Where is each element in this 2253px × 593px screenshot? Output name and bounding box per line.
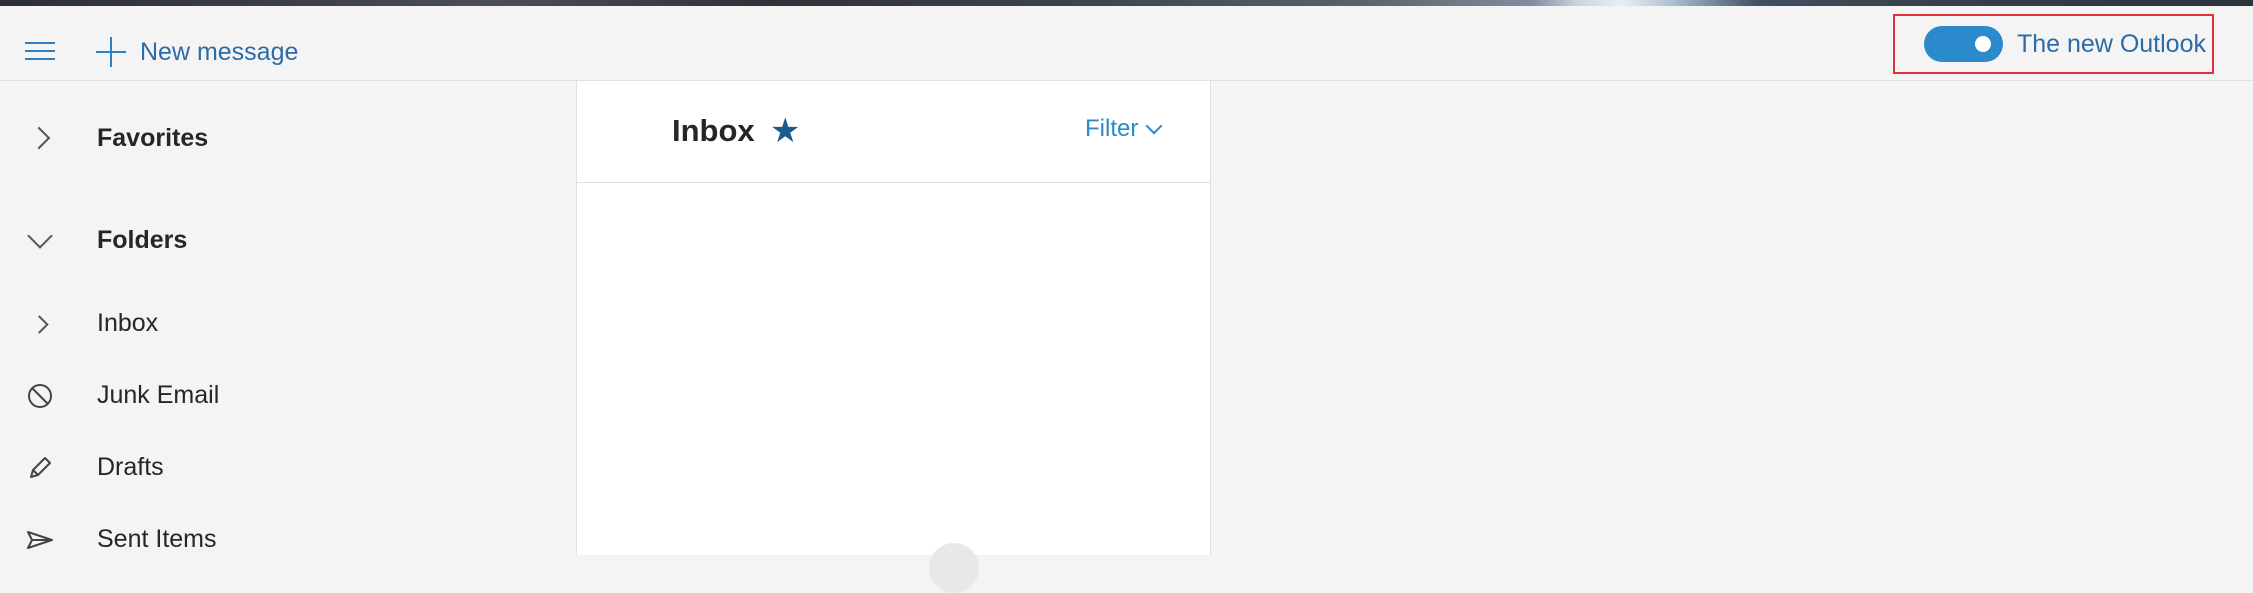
chevron-down-icon (1145, 117, 1163, 135)
new-outlook-label: The new Outlook (2017, 30, 2206, 58)
send-icon (25, 525, 55, 555)
filter-button[interactable]: Filter (1085, 115, 1163, 143)
prohibited-icon (25, 381, 55, 411)
favorites-header[interactable]: Favorites (0, 110, 576, 166)
sidebar-item-label: Inbox (97, 309, 159, 337)
sidebar-item-drafts[interactable]: Drafts (0, 439, 576, 495)
message-list-header: Inbox ★ Filter (577, 81, 1210, 183)
message-list-pane: Inbox ★ Filter (576, 81, 1211, 593)
chevron-down-icon (25, 223, 55, 256)
folders-header[interactable]: Folders (0, 212, 576, 268)
chevron-right-icon (25, 124, 55, 154)
filter-label: Filter (1085, 115, 1139, 142)
chevron-right-icon[interactable] (25, 309, 55, 339)
page-title: Inbox (672, 113, 755, 148)
sidebar-item-label: Drafts (97, 453, 164, 481)
reading-pane (1212, 81, 2253, 555)
new-message-button[interactable]: New message (96, 32, 298, 72)
plus-icon (96, 37, 126, 67)
folders-label: Folders (97, 226, 188, 254)
sidebar-item-label: Junk Email (97, 381, 220, 409)
sidebar-item-junk-email[interactable]: Junk Email (0, 367, 576, 423)
hamburger-menu-icon[interactable] (25, 42, 55, 62)
loading-spinner (929, 543, 979, 593)
sidebar-item-sent-items[interactable]: Sent Items (0, 511, 576, 567)
favorites-label: Favorites (97, 124, 209, 152)
folder-pane: Favorites Folders Inbox Junk Email Draft… (0, 81, 576, 555)
sidebar-item-label: Sent Items (97, 525, 217, 553)
toggle-knob (1975, 36, 1991, 52)
star-icon[interactable]: ★ (770, 111, 800, 151)
sidebar-item-inbox[interactable]: Inbox (0, 295, 576, 351)
new-outlook-toggle[interactable] (1924, 26, 2003, 62)
pencil-icon (25, 453, 55, 483)
new-message-label: New message (140, 37, 299, 66)
